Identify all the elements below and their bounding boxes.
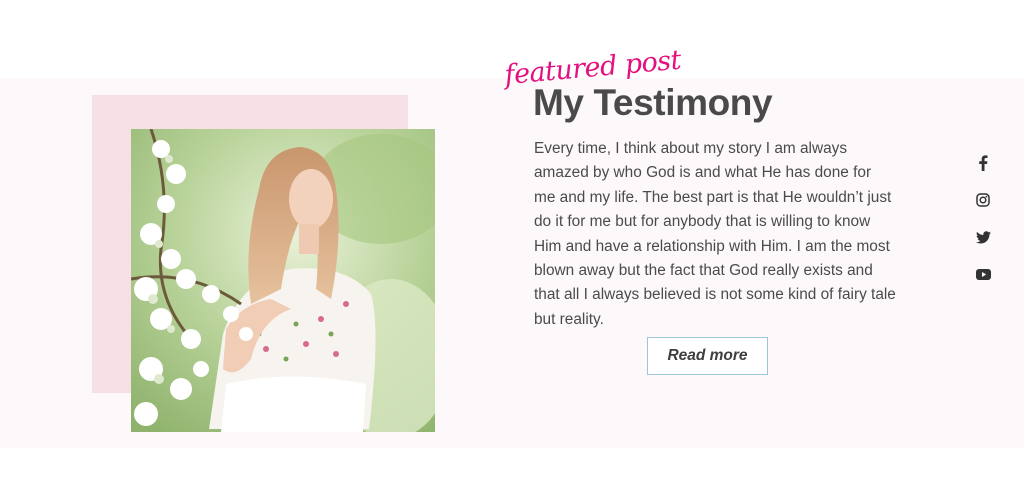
instagram-link[interactable] (972, 189, 994, 211)
twitter-icon (975, 230, 991, 243)
featured-photo (131, 129, 435, 432)
facebook-icon (979, 155, 988, 171)
post-excerpt: Every time, I think about my story I am … (534, 140, 896, 328)
social-links (972, 152, 994, 300)
read-more-button[interactable]: Read more (647, 337, 768, 375)
post-title[interactable]: My Testimony (533, 82, 773, 124)
instagram-icon (976, 193, 990, 207)
youtube-link[interactable] (972, 263, 994, 285)
youtube-icon (975, 268, 991, 280)
facebook-link[interactable] (972, 152, 994, 174)
twitter-link[interactable] (972, 226, 994, 248)
